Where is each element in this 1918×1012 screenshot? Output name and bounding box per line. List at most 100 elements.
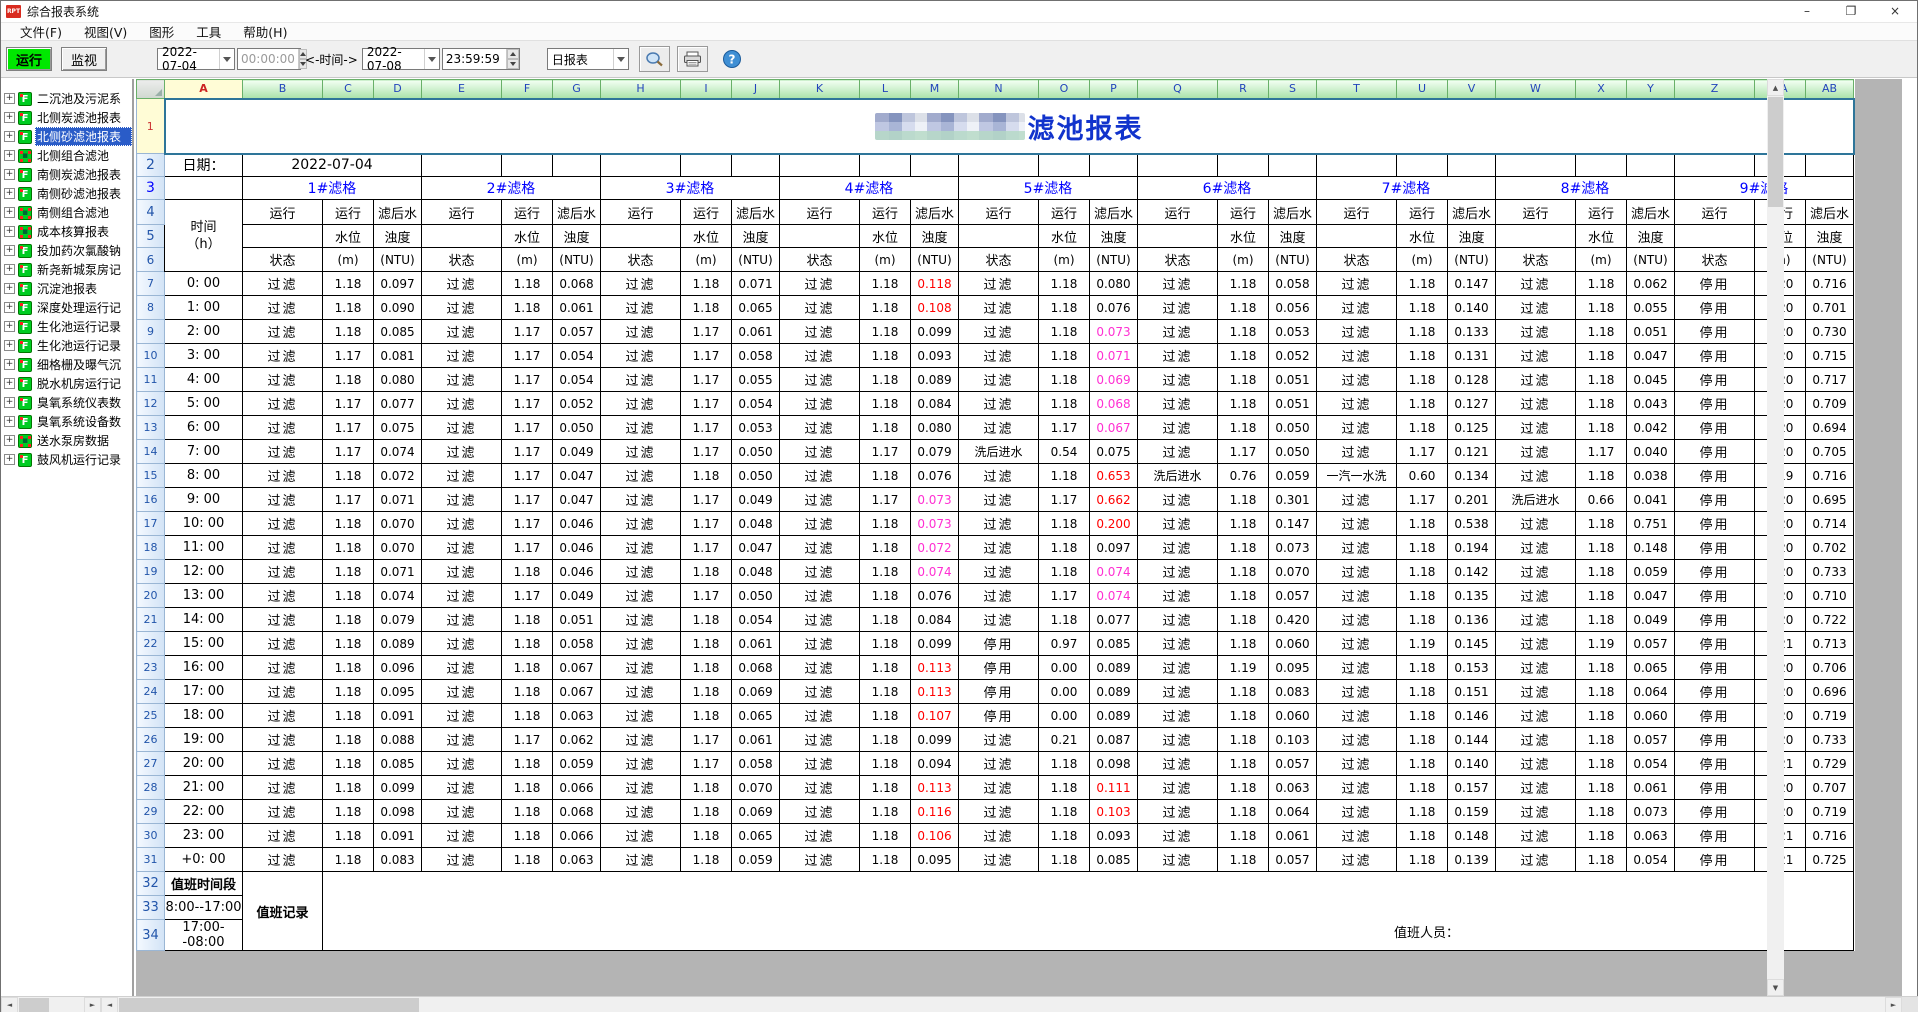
status-cell[interactable]: 过滤 xyxy=(243,320,323,344)
turbidity-cell[interactable]: 0.058 xyxy=(553,632,601,656)
turbidity-cell[interactable]: 0.134 xyxy=(1448,464,1496,488)
level-cell[interactable]: 1.18 xyxy=(502,272,553,296)
expand-icon[interactable]: + xyxy=(4,283,15,294)
subheader-cell[interactable]: 浊度 xyxy=(1806,225,1854,248)
level-cell[interactable]: 1.18 xyxy=(1218,704,1269,728)
status-cell[interactable]: 停用 xyxy=(1675,632,1755,656)
turbidity-cell[interactable]: 0.054 xyxy=(553,344,601,368)
subheader-cell[interactable]: 运行 xyxy=(1397,200,1448,225)
turbidity-cell[interactable]: 0.049 xyxy=(732,488,780,512)
subheader-cell[interactable]: 水位 xyxy=(1576,225,1627,248)
level-cell[interactable]: 1.17 xyxy=(1039,416,1090,440)
subheader-cell[interactable]: 浊度 xyxy=(1269,225,1317,248)
turbidity-cell[interactable]: 0.751 xyxy=(1627,512,1675,536)
turbidity-cell[interactable]: 0.074 xyxy=(911,560,959,584)
status-cell[interactable]: 停用 xyxy=(1675,512,1755,536)
status-cell[interactable]: 过滤 xyxy=(422,800,502,824)
status-cell[interactable]: 过滤 xyxy=(1496,440,1576,464)
turbidity-cell[interactable]: 0.159 xyxy=(1448,800,1496,824)
turbidity-cell[interactable]: 0.067 xyxy=(1090,416,1138,440)
column-header-Y[interactable]: Y xyxy=(1627,80,1675,99)
level-cell[interactable]: 1.18 xyxy=(1039,392,1090,416)
turbidity-cell[interactable]: 0.053 xyxy=(1269,320,1317,344)
expand-icon[interactable]: + xyxy=(4,188,15,199)
level-cell[interactable]: 0.76 xyxy=(1218,464,1269,488)
column-header-V[interactable]: V xyxy=(1448,80,1496,99)
cell[interactable] xyxy=(1317,154,1397,177)
level-cell[interactable]: 1.18 xyxy=(1397,560,1448,584)
turbidity-cell[interactable]: 0.071 xyxy=(374,488,422,512)
status-cell[interactable]: 过滤 xyxy=(422,368,502,392)
level-cell[interactable]: 1.17 xyxy=(1039,488,1090,512)
turbidity-cell[interactable]: 0.070 xyxy=(374,512,422,536)
menu-item[interactable]: 文件(F) xyxy=(9,22,73,41)
report-type-combo[interactable]: 日报表 xyxy=(547,48,629,70)
turbidity-cell[interactable]: 0.069 xyxy=(732,800,780,824)
time-cell[interactable]: 17: 00 xyxy=(165,680,243,704)
status-cell[interactable]: 停用 xyxy=(1675,560,1755,584)
status-cell[interactable]: 过滤 xyxy=(1317,656,1397,680)
status-cell[interactable]: 过滤 xyxy=(1138,584,1218,608)
status-cell[interactable]: 过滤 xyxy=(422,464,502,488)
sidebar-hscrollbar[interactable]: ◄ ► xyxy=(1,997,101,1012)
column-header-J[interactable]: J xyxy=(732,80,780,99)
level-cell[interactable]: 1.18 xyxy=(860,392,911,416)
column-header-Q[interactable]: Q xyxy=(1138,80,1218,99)
status-cell[interactable]: 过滤 xyxy=(422,488,502,512)
status-cell[interactable]: 停用 xyxy=(1675,440,1755,464)
level-cell[interactable]: 1.18 xyxy=(1218,536,1269,560)
turbidity-cell[interactable]: 0.070 xyxy=(374,536,422,560)
subheader-cell[interactable]: 状态 xyxy=(422,248,502,272)
status-cell[interactable]: 过滤 xyxy=(243,536,323,560)
status-cell[interactable]: 过滤 xyxy=(959,488,1039,512)
group-header-3[interactable]: 3#滤格 xyxy=(601,177,780,200)
level-cell[interactable]: 1.17 xyxy=(502,368,553,392)
level-cell[interactable]: 1.17 xyxy=(323,392,374,416)
status-cell[interactable]: 过滤 xyxy=(422,512,502,536)
turbidity-cell[interactable]: 0.073 xyxy=(911,488,959,512)
level-cell[interactable]: 1.18 xyxy=(1218,488,1269,512)
time-cell[interactable]: 18: 00 xyxy=(165,704,243,728)
status-cell[interactable]: 过滤 xyxy=(780,800,860,824)
status-cell[interactable]: 停用 xyxy=(1675,800,1755,824)
turbidity-cell[interactable]: 0.098 xyxy=(1090,752,1138,776)
status-cell[interactable]: 过滤 xyxy=(243,560,323,584)
subheader-cell[interactable]: 运行 xyxy=(959,200,1039,225)
turbidity-cell[interactable]: 0.157 xyxy=(1448,776,1496,800)
turbidity-cell[interactable]: 0.083 xyxy=(374,848,422,872)
subheader-cell[interactable]: 运行 xyxy=(323,200,374,225)
level-cell[interactable]: 1.18 xyxy=(681,560,732,584)
turbidity-cell[interactable]: 0.095 xyxy=(1269,656,1317,680)
column-header-D[interactable]: D xyxy=(374,80,422,99)
cell[interactable] xyxy=(502,154,553,177)
turbidity-cell[interactable]: 0.050 xyxy=(1269,440,1317,464)
cell[interactable] xyxy=(1090,154,1138,177)
row-header-11[interactable]: 11 xyxy=(137,368,165,392)
subheader-cell[interactable]: 浊度 xyxy=(1090,225,1138,248)
turbidity-cell[interactable]: 0.063 xyxy=(553,704,601,728)
status-cell[interactable]: 过滤 xyxy=(1317,488,1397,512)
status-cell[interactable]: 停用 xyxy=(1675,704,1755,728)
turbidity-cell[interactable]: 0.055 xyxy=(732,368,780,392)
status-cell[interactable]: 过滤 xyxy=(422,272,502,296)
level-cell[interactable]: 1.18 xyxy=(1218,680,1269,704)
status-cell[interactable]: 过滤 xyxy=(1496,272,1576,296)
status-cell[interactable]: 一汽一水洗 xyxy=(1317,464,1397,488)
subheader-cell[interactable]: 滤后水 xyxy=(1448,200,1496,225)
level-cell[interactable]: 1.18 xyxy=(1218,560,1269,584)
level-cell[interactable]: 1.17 xyxy=(681,536,732,560)
level-cell[interactable]: 1.18 xyxy=(860,272,911,296)
subheader-cell[interactable]: 水位 xyxy=(1039,225,1090,248)
level-cell[interactable]: 1.18 xyxy=(1039,800,1090,824)
sidebar-scroll-thumb[interactable] xyxy=(19,998,49,1012)
level-cell[interactable]: 1.18 xyxy=(1218,392,1269,416)
turbidity-cell[interactable]: 0.716 xyxy=(1806,272,1854,296)
level-cell[interactable]: 1.18 xyxy=(502,776,553,800)
sheet-hscrollbar[interactable]: ◄ ► xyxy=(101,997,1902,1012)
time-cell[interactable]: 0: 00 xyxy=(165,272,243,296)
status-cell[interactable]: 过滤 xyxy=(780,320,860,344)
subheader-cell[interactable] xyxy=(422,225,502,248)
status-cell[interactable]: 过滤 xyxy=(243,440,323,464)
time-to-spinner[interactable]: 23:59:59 xyxy=(442,48,520,70)
cell[interactable] xyxy=(681,154,732,177)
